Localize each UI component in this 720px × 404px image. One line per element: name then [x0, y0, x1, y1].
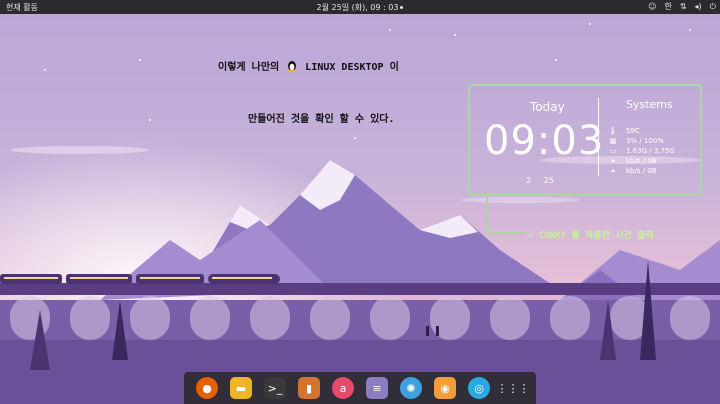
download-icon: ⏶	[610, 167, 616, 175]
memory-icon: ▭	[609, 147, 617, 155]
annotation-text-1a: 이렇게 나만의	[218, 62, 280, 73]
show-apps-icon[interactable]: ⋮⋮⋮	[497, 377, 530, 399]
notification-dot	[400, 6, 404, 9]
conky-stats: 🌡 59C ▦ 3% / 100% ▭ 1.63G / 3.75G ⏶ kb/s / 0…	[608, 126, 675, 176]
thermometer-icon: 🌡	[608, 127, 618, 135]
top-panel: 현재 활동 2월 25일 (화), 09 : 03 ☺ 한 ⇅ ◂) ⏻	[0, 0, 720, 14]
power-icon[interactable]: ⏻	[710, 2, 716, 12]
text-editor-icon[interactable]: ≡	[366, 377, 388, 399]
tux-icon	[288, 61, 297, 71]
camera-icon[interactable]: ◉	[434, 377, 456, 399]
conky-widget: Today 09:03 2 25 Systems 🌡 59C ▦ 3% / 100%…	[468, 84, 702, 196]
clock[interactable]: 2월 25일 (화), 09 : 03	[0, 2, 720, 13]
annotation-line-2: 만들어진 것을 확인 할 수 있다.	[248, 114, 395, 125]
browser-icon[interactable]: a	[332, 377, 354, 399]
stat-cpu: 3% / 100%	[626, 137, 664, 145]
stat-download: kb/s / 0B	[626, 167, 657, 175]
accessibility-icon[interactable]: ☺	[648, 2, 656, 11]
files-icon[interactable]: ▬	[230, 377, 252, 399]
annotation-connector	[486, 196, 488, 234]
annotation-connector	[486, 232, 524, 234]
terminal-icon[interactable]: >_	[264, 377, 286, 399]
conky-systems-label: Systems	[626, 98, 673, 111]
annotation-text-1b: LINUX DESKTOP 이	[305, 62, 399, 73]
document-viewer-icon[interactable]: ▮	[298, 377, 320, 399]
app-icon[interactable]: ✺	[400, 377, 422, 399]
conky-today-label: Today	[530, 100, 565, 114]
upload-icon: ⏶	[610, 157, 616, 165]
system-tray[interactable]: ☺ 한 ⇅ ◂) ⏻	[648, 1, 716, 12]
volume-icon[interactable]: ◂)	[695, 2, 702, 11]
network-icon[interactable]: ⇅	[680, 2, 687, 11]
clock-text: 2월 25일 (화), 09 : 03	[316, 3, 399, 12]
stat-upload: kb/s / 0B	[626, 157, 657, 165]
dock: ● ▬ >_ ▮ a ≡ ✺ ◉ ◎ ⋮⋮⋮	[184, 372, 536, 404]
conky-date: 2 25	[526, 176, 554, 185]
annotation-conky: ✕ CONKY 를 적용한 시간 출력	[528, 231, 654, 241]
cpu-icon: ▦	[609, 137, 617, 145]
stat-temperature: 59C	[626, 127, 640, 135]
conky-day: 25	[543, 176, 554, 185]
conky-time: 09:03	[484, 118, 605, 164]
firefox-icon[interactable]: ●	[196, 377, 218, 399]
input-language[interactable]: 한	[664, 1, 671, 12]
stat-memory: 1.63G / 3.75G	[626, 147, 675, 155]
help-icon[interactable]: ◎	[468, 377, 490, 399]
annotation-conky-text: CONKY 를 적용한 시간 출력	[538, 231, 654, 241]
conky-month: 2	[526, 176, 532, 185]
conky-divider	[598, 98, 599, 176]
annotation-line-1: 이렇게 나만의 LINUX DESKTOP 이	[218, 58, 399, 73]
